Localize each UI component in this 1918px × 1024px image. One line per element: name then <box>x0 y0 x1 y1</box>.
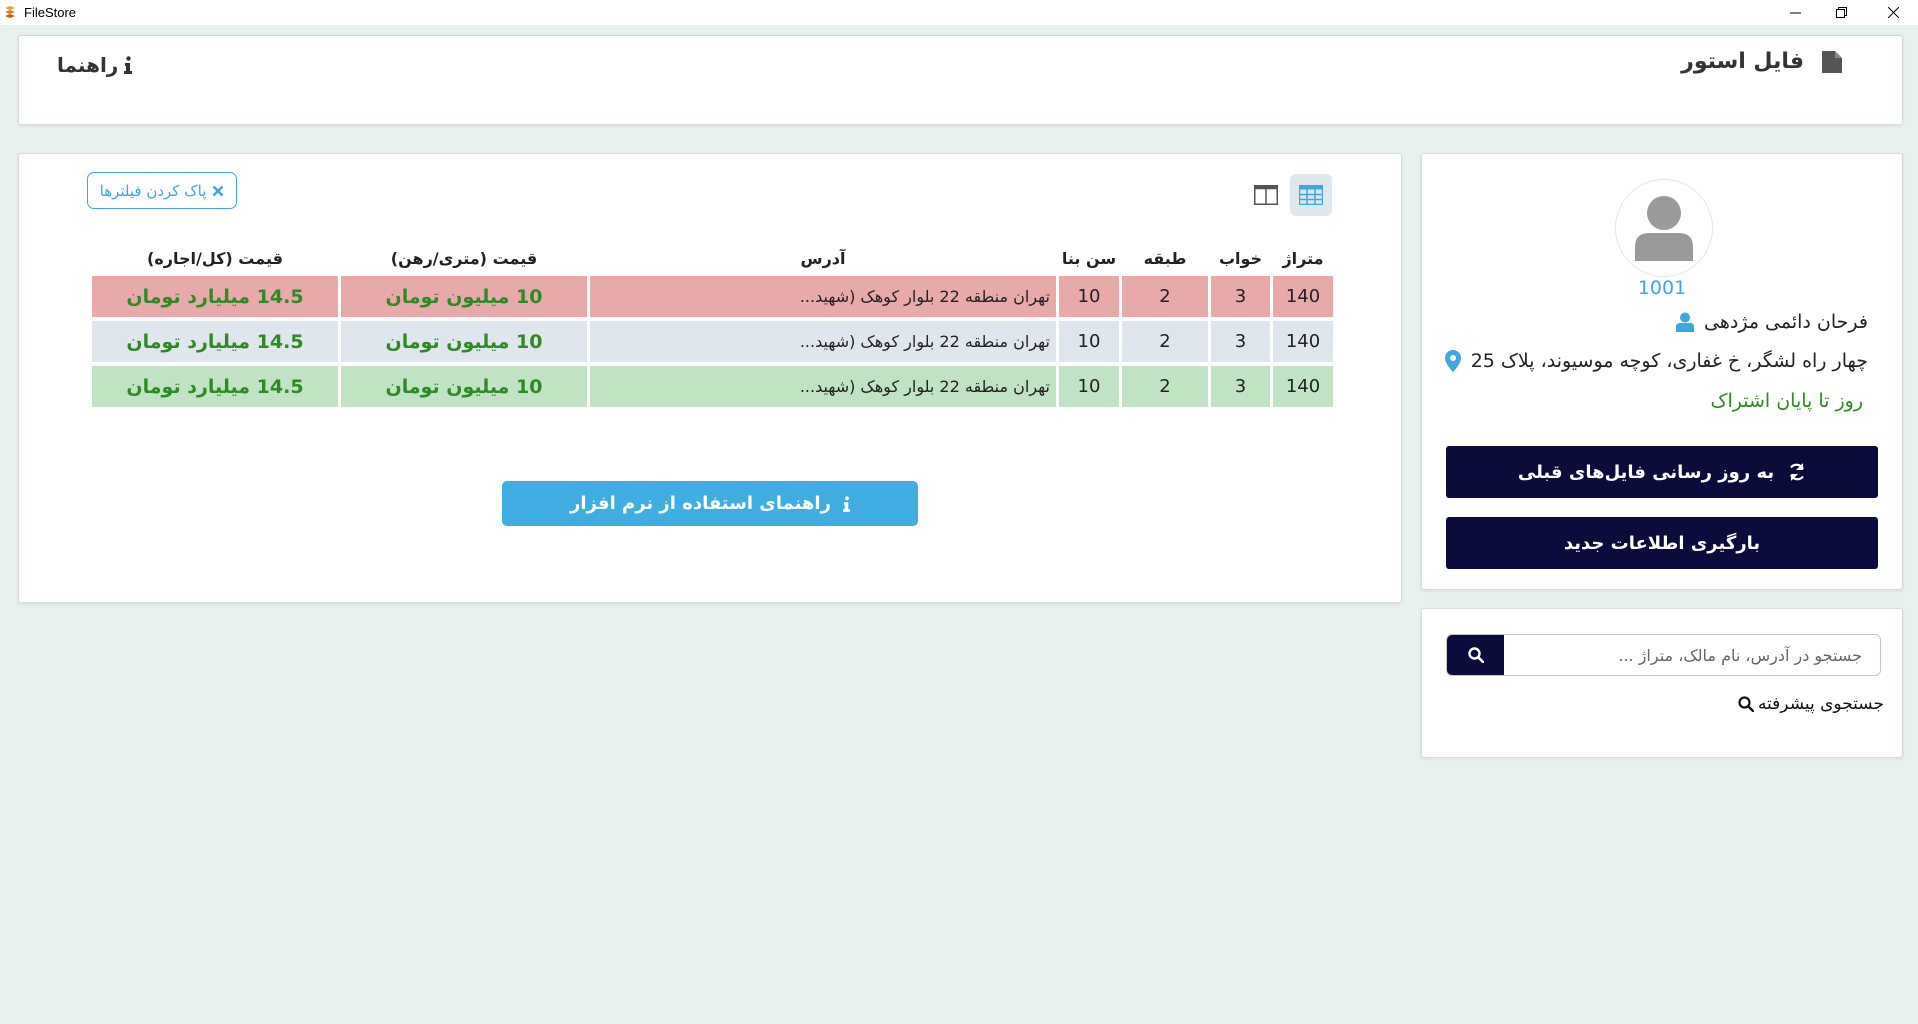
table-row[interactable]: 140 3 2 10 تهران منطقه 22 بلوار کوهک (شه… <box>92 321 1333 362</box>
advanced-search-link[interactable]: جستجوی پیشرفته <box>1738 694 1884 714</box>
map-marker-icon <box>1444 350 1461 372</box>
advanced-search-label: جستجوی پیشرفته <box>1757 694 1884 714</box>
update-files-button[interactable]: به روز رسانی فایل‌های قبلی <box>1446 446 1878 498</box>
search-icon <box>1738 696 1754 712</box>
cell-address: تهران منطقه 22 بلوار کوهک (شهید... <box>590 321 1056 362</box>
table-row[interactable]: 140 3 2 10 تهران منطقه 22 بلوار کوهک (شه… <box>92 276 1333 317</box>
info-icon <box>124 56 133 74</box>
table-view-button[interactable] <box>1290 174 1332 216</box>
brand: فایل استور <box>1681 49 1842 74</box>
cell-age: 10 <box>1059 366 1119 407</box>
cell-beds: 3 <box>1211 321 1270 362</box>
files-card: پاک کردن فیلترها متراژ خواب طبقه سن بنا … <box>18 153 1402 603</box>
info-icon <box>842 495 850 512</box>
search-card: جستجوی پیشرفته <box>1421 608 1903 758</box>
minimize-button[interactable] <box>1772 0 1818 25</box>
app-logo-icon <box>5 6 15 18</box>
table-row[interactable]: 140 3 2 10 تهران منطقه 22 بلوار کوهک (شه… <box>92 366 1333 407</box>
table-header-row: متراژ خواب طبقه سن بنا آدرس قیمت (متری/ر… <box>92 238 1333 272</box>
close-icon <box>1887 7 1899 18</box>
restore-icon <box>1835 7 1847 18</box>
cell-address: تهران منطقه 22 بلوار کوهک (شهید... <box>590 366 1056 407</box>
usage-guide-button[interactable]: راهنمای استفاده از نرم افزار <box>502 481 918 526</box>
cell-area: 140 <box>1273 276 1333 317</box>
cell-beds: 3 <box>1211 366 1270 407</box>
column-header-area[interactable]: متراژ <box>1273 238 1333 272</box>
cell-address: تهران منطقه 22 بلوار کوهک (شهید... <box>590 276 1056 317</box>
search-button[interactable] <box>1447 635 1504 675</box>
user-address: چهار راه لشگر، خ غفاری، کوچه موسیوند، پل… <box>1470 350 1868 372</box>
column-header-price-mortgage[interactable]: قیمت (متری/رهن) <box>341 238 587 272</box>
cell-price-mortgage: 10 میلیون تومان <box>341 321 587 362</box>
column-header-age[interactable]: سن بنا <box>1059 238 1119 272</box>
search-box <box>1446 634 1881 676</box>
guide-label: راهنما <box>57 53 119 77</box>
cell-price-rent: 14.5 میلیارد تومان <box>92 366 338 407</box>
guide-link[interactable]: راهنما <box>57 53 133 77</box>
refresh-icon <box>1790 463 1805 481</box>
close-button[interactable] <box>1870 0 1916 25</box>
user-name: فرحان دائمی مژدهی <box>1704 311 1868 333</box>
cell-age: 10 <box>1059 321 1119 362</box>
user-avatar-icon <box>1635 196 1693 261</box>
files-table: متراژ خواب طبقه سن بنا آدرس قیمت (متری/ر… <box>89 234 1336 411</box>
cell-floor: 2 <box>1122 366 1208 407</box>
cell-floor: 2 <box>1122 321 1208 362</box>
search-input[interactable] <box>1504 635 1880 675</box>
column-header-address[interactable]: آدرس <box>590 238 1056 272</box>
cell-price-mortgage: 10 میلیون تومان <box>341 276 587 317</box>
clear-filters-button[interactable]: پاک کردن فیلترها <box>87 172 237 209</box>
window-titlebar: FileStore <box>0 0 1918 25</box>
profile-card: 1001 فرحان دائمی مژدهی چهار راه لشگر، خ … <box>1421 153 1903 590</box>
columns-icon <box>1254 185 1278 205</box>
load-new-data-button[interactable]: بارگیری اطلاعات جدید <box>1446 517 1878 569</box>
search-icon <box>1467 647 1484 663</box>
brand-title: فایل استور <box>1681 49 1804 74</box>
cell-price-rent: 14.5 میلیارد تومان <box>92 321 338 362</box>
cell-age: 10 <box>1059 276 1119 317</box>
cell-price-rent: 14.5 میلیارد تومان <box>92 276 338 317</box>
header-card: فایل استور راهنما <box>18 35 1903 125</box>
cell-price-mortgage: 10 میلیون تومان <box>341 366 587 407</box>
times-icon <box>212 185 224 196</box>
restore-button[interactable] <box>1818 0 1864 25</box>
update-files-label: به روز رسانی فایل‌های قبلی <box>1517 461 1775 483</box>
column-header-floor[interactable]: طبقه <box>1122 238 1208 272</box>
table-icon <box>1299 185 1323 205</box>
usage-guide-label: راهنمای استفاده از نرم افزار <box>570 493 831 514</box>
clear-filters-label: پاک کردن فیلترها <box>99 181 207 200</box>
avatar <box>1615 179 1713 277</box>
cell-floor: 2 <box>1122 276 1208 317</box>
column-header-beds[interactable]: خواب <box>1211 238 1270 272</box>
cell-beds: 3 <box>1211 276 1270 317</box>
user-icon <box>1676 312 1695 332</box>
minimize-icon <box>1789 12 1801 14</box>
cell-area: 140 <box>1273 321 1333 362</box>
cell-area: 140 <box>1273 366 1333 407</box>
subscription-status: روز تا پایان اشتراک <box>1710 390 1863 412</box>
user-name-row: فرحان دائمی مژدهی <box>1676 311 1868 333</box>
column-header-price-rent[interactable]: قیمت (کل/اجاره) <box>92 238 338 272</box>
load-new-data-label: بارگیری اطلاعات جدید <box>1563 532 1761 554</box>
split-view-button[interactable] <box>1245 174 1287 216</box>
file-icon <box>1822 50 1842 73</box>
window-title: FileStore <box>24 5 77 20</box>
user-id: 1001 <box>1637 277 1687 299</box>
user-address-row: چهار راه لشگر، خ غفاری، کوچه موسیوند، پل… <box>1444 350 1868 372</box>
